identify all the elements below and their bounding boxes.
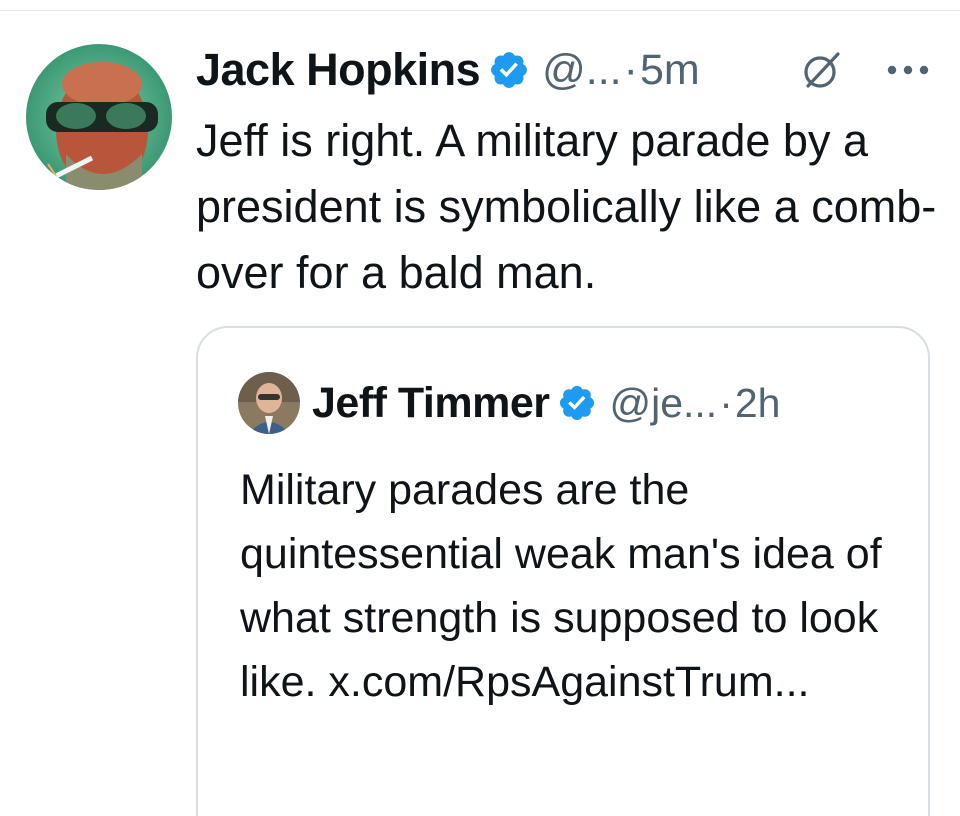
quoted-tweet-text: Military parades are the quintessential … bbox=[240, 466, 882, 706]
verified-badge-icon bbox=[488, 49, 530, 91]
quoted-author-handle[interactable]: @je... bbox=[609, 380, 717, 427]
tweet-actions-top bbox=[800, 48, 930, 92]
top-divider bbox=[0, 10, 960, 11]
quoted-tweet-card[interactable]: Jeff Timmer @je... · 2h Military parades… bbox=[196, 326, 930, 816]
verified-badge-icon bbox=[557, 383, 597, 423]
separator-dot: · bbox=[719, 379, 733, 426]
quoted-author-avatar[interactable] bbox=[238, 372, 300, 434]
quoted-tweet-header: Jeff Timmer @je... · 2h bbox=[312, 372, 780, 434]
quoted-author-name[interactable]: Jeff Timmer bbox=[312, 379, 550, 428]
tweet-timestamp[interactable]: 5m bbox=[640, 46, 700, 95]
author-name[interactable]: Jack Hopkins bbox=[196, 44, 481, 96]
author-avatar[interactable] bbox=[26, 44, 172, 190]
grok-icon[interactable] bbox=[800, 48, 844, 92]
tweet-text: Jeff is right. A military parade by a pr… bbox=[196, 115, 937, 298]
quoted-tweet-timestamp[interactable]: 2h bbox=[735, 380, 781, 427]
tweet-screen: Jack Hopkins @... · 5m Jeff is right. A bbox=[0, 0, 960, 816]
more-options-icon[interactable] bbox=[886, 60, 930, 80]
tweet-header: Jack Hopkins @... · 5m bbox=[196, 40, 700, 100]
author-handle[interactable]: @... bbox=[542, 46, 622, 95]
separator-dot: · bbox=[623, 45, 638, 94]
